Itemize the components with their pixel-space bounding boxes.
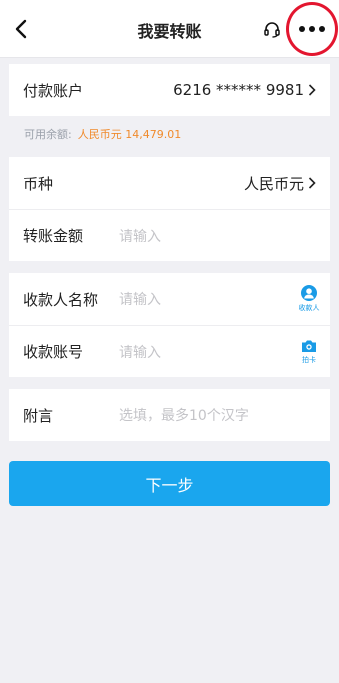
payee-name-label: 收款人名称 <box>23 290 99 309</box>
amount-card: 币种 人民币元 转账金额 请输入 <box>9 157 330 261</box>
chevron-right-icon <box>306 84 318 96</box>
person-icon <box>301 285 317 301</box>
headset-icon <box>264 22 280 38</box>
note-label: 附言 <box>23 406 54 425</box>
amount-input[interactable]: 请输入 <box>119 226 161 246</box>
payer-account-card: 付款账户 6216 ****** 9981 <box>9 64 330 116</box>
payer-account-label: 付款账户 <box>23 81 84 100</box>
payer-account-row[interactable]: 付款账户 6216 ****** 9981 <box>9 64 330 116</box>
payee-name-row: 收款人名称 请输入 收款人 <box>9 273 330 325</box>
payee-account-row: 收款账号 请输入 拍卡 <box>9 325 330 377</box>
payee-name-input[interactable]: 请输入 <box>119 289 161 309</box>
note-row: 附言 选填，最多10个汉字 <box>9 389 330 441</box>
currency-value: 人民币元 <box>243 174 304 193</box>
balance-value: 人民币元 14,479.01 <box>77 128 182 141</box>
currency-label: 币种 <box>23 174 54 193</box>
balance-label: 可用余额: <box>24 128 72 141</box>
amount-row: 转账金额 请输入 <box>9 209 330 261</box>
more-button[interactable] <box>286 2 338 56</box>
chevron-right-icon <box>306 177 318 189</box>
note-input[interactable]: 选填，最多10个汉字 <box>119 405 249 425</box>
more-dots-icon <box>299 26 325 32</box>
available-balance: 可用余额: 人民币元 14,479.01 <box>24 126 181 142</box>
payee-contacts-label: 收款人 <box>298 304 320 312</box>
next-step-button[interactable]: 下一步 <box>9 461 330 506</box>
top-navigation-bar: 我要转账 <box>0 0 339 58</box>
scan-card-label: 拍卡 <box>302 355 316 364</box>
customer-service-button[interactable] <box>262 19 282 39</box>
camera-icon <box>302 340 316 352</box>
note-card: 附言 选填，最多10个汉字 <box>9 389 330 441</box>
payee-account-label: 收款账号 <box>23 343 84 361</box>
payee-card: 收款人名称 请输入 收款人 收款账号 请输入 拍卡 <box>9 273 330 377</box>
payee-account-input[interactable]: 请输入 <box>119 342 161 362</box>
payee-contacts-button[interactable]: 收款人 <box>297 285 321 313</box>
payer-account-number: 6216 ****** 9981 <box>173 81 304 99</box>
amount-label: 转账金额 <box>23 227 84 245</box>
currency-row[interactable]: 币种 人民币元 <box>9 157 330 209</box>
scan-card-button[interactable]: 拍卡 <box>297 339 321 365</box>
